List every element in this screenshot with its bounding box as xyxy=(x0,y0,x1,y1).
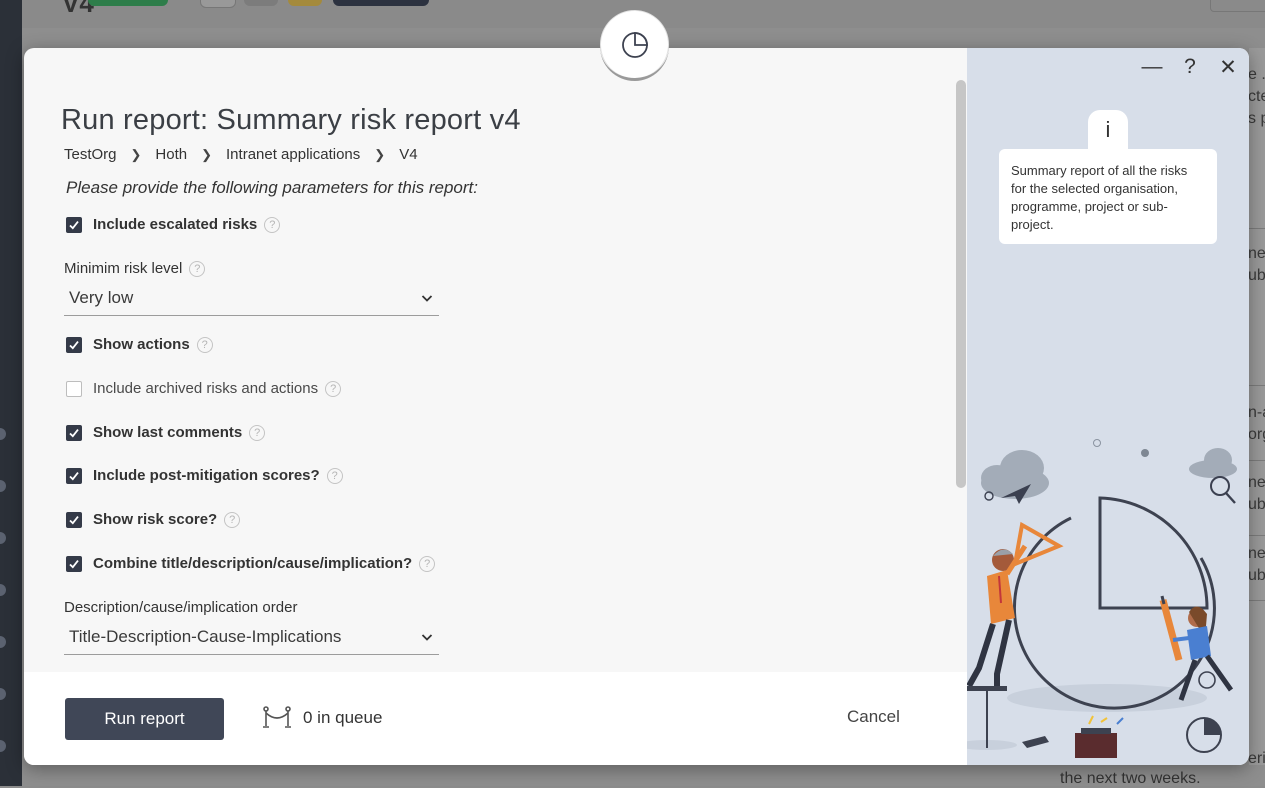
show-actions-option[interactable]: Show actions ? xyxy=(66,336,213,353)
show-last-comments-label: Show last comments xyxy=(93,424,243,441)
pie-chart-icon xyxy=(621,31,648,58)
breadcrumb-item[interactable]: Intranet applications xyxy=(226,146,360,163)
min-risk-level-value: Very low xyxy=(69,288,134,307)
chevron-right-icon: ❯ xyxy=(374,146,386,162)
page-title: Run report: Summary risk report v4 xyxy=(61,104,521,137)
include-escalated-risks-label: Include escalated risks xyxy=(93,216,258,233)
report-illustration xyxy=(967,439,1237,758)
help-icon[interactable]: ? xyxy=(224,511,241,528)
check-icon xyxy=(69,559,79,569)
report-type-badge xyxy=(600,11,669,81)
breadcrumb-item[interactable]: V4 xyxy=(399,146,417,163)
order-value: Title-Description-Cause-Implications xyxy=(69,627,342,646)
cancel-button[interactable]: Cancel xyxy=(847,707,900,727)
background-chart-button xyxy=(200,0,236,8)
chevron-down-icon xyxy=(421,634,433,641)
min-risk-level-label: Minimim risk level ? xyxy=(64,260,206,277)
help-icon[interactable]: ? xyxy=(419,555,436,572)
report-description: Summary report of all the risks for the … xyxy=(999,149,1217,244)
run-report-button[interactable]: Run report xyxy=(65,698,224,740)
breadcrumb-item[interactable]: Hoth xyxy=(155,146,187,163)
background-snippet: s p xyxy=(1248,110,1265,127)
parameters-intro: Please provide the following parameters … xyxy=(66,178,478,197)
help-icon[interactable]: ? xyxy=(325,380,342,397)
background-status-pill xyxy=(88,0,168,6)
combine-fields-option[interactable]: Combine title/description/cause/implicat… xyxy=(66,555,436,572)
check-icon xyxy=(69,428,79,438)
chevron-down-icon xyxy=(421,295,433,302)
show-actions-label: Show actions xyxy=(93,336,190,353)
check-icon xyxy=(69,220,79,230)
help-icon[interactable]: ? xyxy=(264,216,281,233)
help-icon[interactable]: ? xyxy=(249,424,266,441)
order-select[interactable]: Title-Description-Cause-Implications xyxy=(64,620,439,655)
background-grey-button xyxy=(244,0,278,6)
combine-fields-label: Combine title/description/cause/implicat… xyxy=(93,555,413,572)
scrollbar-thumb[interactable] xyxy=(956,80,966,488)
help-question-icon[interactable]: ? xyxy=(1177,54,1203,80)
background-add-button xyxy=(333,0,429,6)
minimize-icon[interactable]: — xyxy=(1139,54,1165,80)
dialog-footer: Run report 0 in queue Cancel xyxy=(24,672,967,765)
info-icon: i xyxy=(1088,110,1128,150)
background-snippet: org xyxy=(1248,426,1265,443)
parameters-pane: Run report: Summary risk report v4 TestO… xyxy=(24,48,967,765)
background-bottom-text: the next two weeks. xyxy=(1060,770,1201,787)
show-last-comments-option[interactable]: Show last comments ? xyxy=(66,424,266,441)
help-icon[interactable]: ? xyxy=(196,336,213,353)
report-info-panel: — ? ✕ i Summary report of all the risks … xyxy=(967,48,1249,765)
background-snippet: eri xyxy=(1248,750,1265,767)
include-archived-label: Include archived risks and actions xyxy=(93,380,319,397)
background-sidebar xyxy=(0,0,22,786)
close-icon[interactable]: ✕ xyxy=(1215,54,1241,80)
include-archived-option[interactable]: Include archived risks and actions ? xyxy=(66,380,342,397)
breadcrumb-item[interactable]: TestOrg xyxy=(64,146,117,163)
include-post-mitigation-label: Include post-mitigation scores? xyxy=(93,467,320,484)
background-snippet: cte xyxy=(1248,88,1265,105)
queue-barrier-icon xyxy=(263,706,291,728)
combine-fields-checkbox[interactable] xyxy=(66,555,82,572)
background-snippet: ub xyxy=(1248,496,1265,513)
breadcrumb: TestOrg ❯ Hoth ❯ Intranet applications ❯… xyxy=(64,146,418,163)
help-icon[interactable]: ? xyxy=(189,260,206,277)
help-icon[interactable]: ? xyxy=(326,467,343,484)
show-last-comments-checkbox[interactable] xyxy=(66,424,82,441)
show-risk-score-checkbox[interactable] xyxy=(66,511,82,528)
background-snippet: ub xyxy=(1248,567,1265,584)
check-icon xyxy=(69,515,79,525)
include-escalated-risks-option[interactable]: Include escalated risks ? xyxy=(66,216,281,233)
order-label: Description/cause/implication order xyxy=(64,599,298,616)
include-post-mitigation-option[interactable]: Include post-mitigation scores? ? xyxy=(66,467,343,484)
show-actions-checkbox[interactable] xyxy=(66,336,82,353)
background-yellow-button xyxy=(288,0,322,6)
background-snippet: n-a xyxy=(1248,404,1265,421)
background-snippet: e . xyxy=(1248,66,1265,83)
show-risk-score-option[interactable]: Show risk score? ? xyxy=(66,511,241,528)
queue-status: 0 in queue xyxy=(261,706,382,730)
min-risk-level-select[interactable]: Very low xyxy=(64,281,439,316)
chevron-right-icon: ❯ xyxy=(201,146,213,162)
background-snippet: ne xyxy=(1248,474,1265,491)
background-snippet: ne xyxy=(1248,545,1265,562)
background-snippet: ne xyxy=(1248,245,1265,262)
run-report-dialog: Run report: Summary risk report v4 TestO… xyxy=(24,48,1249,765)
include-post-mitigation-checkbox[interactable] xyxy=(66,467,82,484)
include-archived-checkbox[interactable] xyxy=(66,380,82,397)
chevron-right-icon: ❯ xyxy=(130,146,142,162)
queue-count: 0 in queue xyxy=(303,708,383,727)
background-snippet: ub xyxy=(1248,267,1265,284)
background-search-box xyxy=(1210,0,1265,12)
check-icon xyxy=(69,340,79,350)
include-escalated-risks-checkbox[interactable] xyxy=(66,216,82,233)
check-icon xyxy=(69,471,79,481)
show-risk-score-label: Show risk score? xyxy=(93,511,218,528)
